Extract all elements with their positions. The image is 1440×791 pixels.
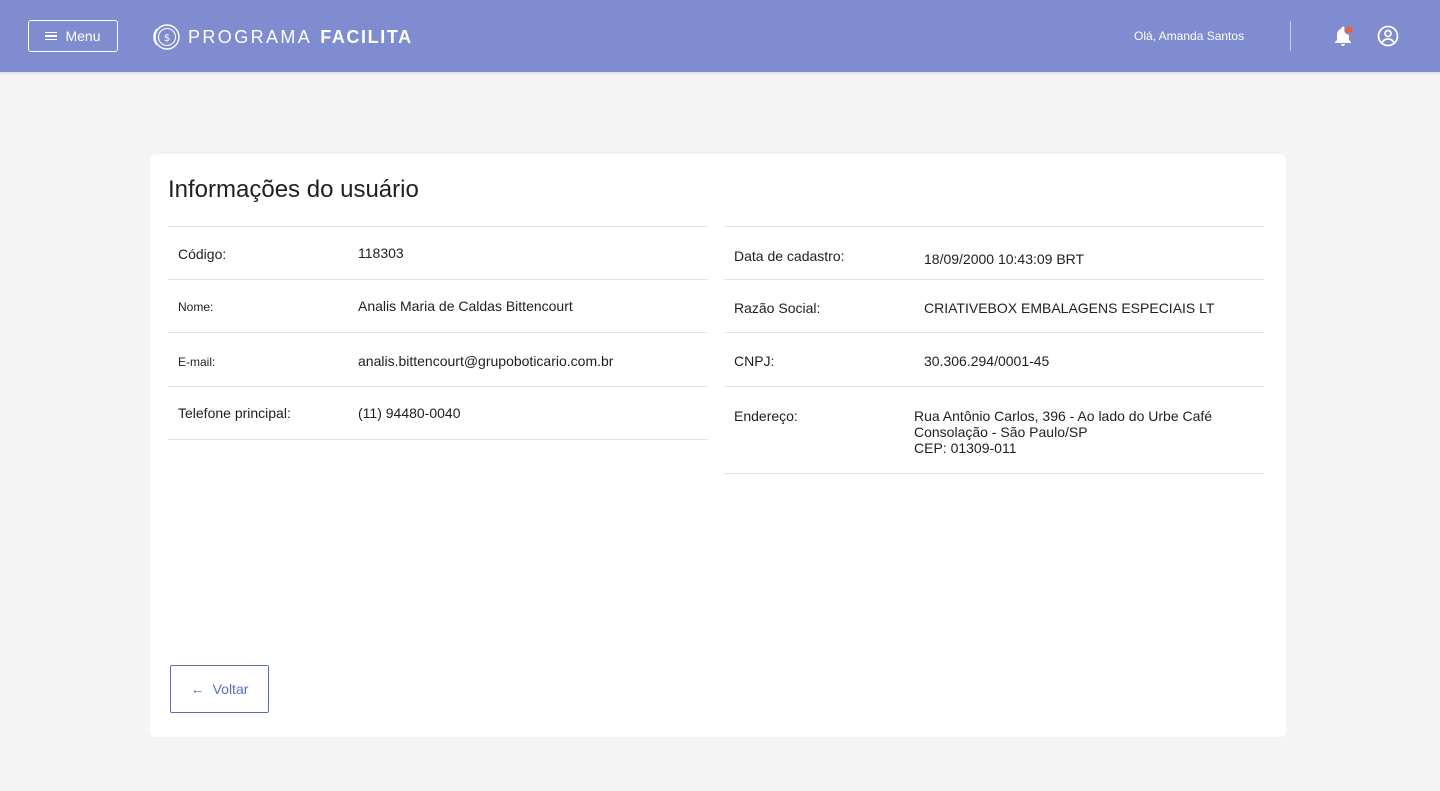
- user-account-icon[interactable]: [1376, 24, 1400, 48]
- field-value: CRIATIVEBOX EMBALAGENS ESPECIAIS LT: [924, 300, 1215, 316]
- field-label: Razão Social:: [734, 300, 821, 316]
- header-divider: [1290, 21, 1291, 51]
- address-line: Consolação - São Paulo/SP: [914, 424, 1088, 440]
- field-label: Nome:: [178, 300, 214, 314]
- user-fields-left: Código: 118303 Nome: Analis Maria de Cal…: [168, 226, 708, 440]
- coin-logo-icon: $: [153, 24, 180, 50]
- field-value: 118303: [358, 245, 404, 261]
- arrow-left-icon: ←: [190, 681, 205, 697]
- field-value: 30.306.294/0001-45: [924, 353, 1050, 369]
- field-label: Telefone principal:: [178, 405, 291, 421]
- notification-dot: [1344, 25, 1354, 35]
- field-row-endereco: Endereço: Rua Antônio Carlos, 396 - Ao l…: [724, 386, 1264, 474]
- address-line: Rua Antônio Carlos, 396 - Ao lado do Urb…: [914, 408, 1213, 424]
- field-row-codigo: Código: 118303: [168, 226, 708, 279]
- svg-text:$: $: [164, 33, 170, 44]
- notification-bell-icon[interactable]: [1331, 24, 1355, 48]
- field-row-email: E-mail: analis.bittencourt@grupoboticari…: [168, 332, 708, 386]
- user-greeting: Olá, Amanda Santos: [1134, 29, 1245, 43]
- field-row-razao-social: Razão Social: CRIATIVEBOX EMBALAGENS ESP…: [724, 279, 1264, 332]
- brand-name-bold: FACILITA: [320, 26, 413, 47]
- user-info-card: Informações do usuário Código: 118303 No…: [150, 154, 1286, 737]
- menu-button[interactable]: Menu: [28, 20, 118, 52]
- field-label: Endereço:: [734, 408, 798, 424]
- field-label: Data de cadastro:: [734, 248, 845, 264]
- back-button-label: Voltar: [212, 681, 249, 697]
- field-row-cnpj: CNPJ: 30.306.294/0001-45: [724, 332, 1264, 386]
- field-value: analis.bittencourt@grupoboticario.com.br: [358, 353, 614, 369]
- address-line: CEP: 01309-011: [914, 440, 1017, 456]
- field-value: (11) 94480-0040: [358, 405, 461, 421]
- address-value: Rua Antônio Carlos, 396 - Ao lado do Urb…: [914, 408, 1212, 456]
- menu-button-label: Menu: [65, 28, 101, 44]
- field-value: 18/09/2000 10:43:09 BRT: [924, 251, 1085, 267]
- page-title: Informações do usuário: [168, 176, 419, 203]
- field-row-nome: Nome: Analis Maria de Caldas Bittencourt: [168, 279, 708, 332]
- brand-name-light: PROGRAMA: [188, 26, 313, 47]
- field-label: E-mail:: [178, 355, 216, 369]
- field-label: Código:: [178, 246, 227, 262]
- top-bar: Menu $ PROGRAMA FACILITA Olá, Amanda San…: [0, 0, 1440, 72]
- field-row-telefone: Telefone principal: (11) 94480-0040: [168, 386, 708, 440]
- user-fields-right: Data de cadastro: 18/09/2000 10:43:09 BR…: [724, 226, 1264, 474]
- brand-logo[interactable]: $ PROGRAMA FACILITA: [152, 22, 413, 52]
- field-value: Analis Maria de Caldas Bittencourt: [358, 298, 573, 314]
- field-row-data-cadastro: Data de cadastro: 18/09/2000 10:43:09 BR…: [724, 226, 1264, 279]
- hamburger-icon: [45, 31, 58, 41]
- field-label: CNPJ:: [734, 353, 775, 369]
- back-button[interactable]: ← Voltar: [170, 665, 269, 713]
